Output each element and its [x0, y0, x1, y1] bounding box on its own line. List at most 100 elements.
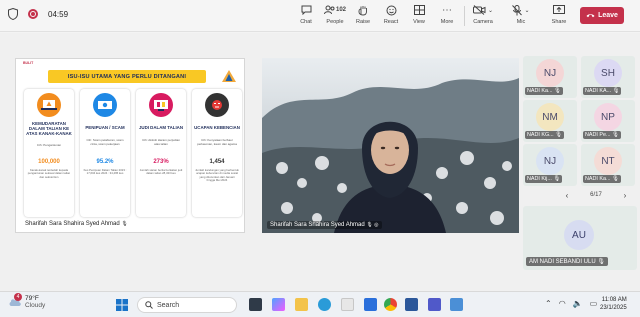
phone-hangup-icon: [586, 14, 595, 18]
speaker-video-frame: [262, 58, 519, 233]
gallery-pager: ‹ 6/17 ›: [560, 189, 632, 201]
meeting-toolbar: 04:59 Chat 102 People Raise React View ⋯…: [0, 0, 640, 32]
system-tray: ⌃ ◠ 🔈 ▭: [545, 299, 597, 308]
card-value: 95.2%: [96, 159, 114, 165]
copilot-icon[interactable]: [272, 298, 285, 311]
speaker-name: Sharifah Sara Shahira Syed Ahmad: [270, 222, 365, 228]
people-button[interactable]: 102 People: [320, 3, 350, 25]
camera-label: Camera: [473, 19, 493, 25]
card-example: Cth: Pengantunan: [36, 143, 62, 147]
share-label: Share: [551, 19, 567, 25]
mic-muted-icon: 🎙: [612, 88, 620, 94]
card-value: 100,000: [38, 159, 60, 165]
participant-tile[interactable]: NT NADI Ka... 🎙: [581, 144, 635, 186]
camera-button[interactable]: ⌄ Camera: [468, 3, 498, 25]
raise-label: Raise: [355, 19, 371, 25]
more-label: More: [440, 19, 454, 25]
raise-hand-button[interactable]: Raise: [348, 3, 378, 25]
wifi-icon[interactable]: ◠: [559, 299, 566, 308]
avatar: NJ: [536, 147, 564, 175]
leave-label: Leave: [598, 12, 618, 19]
word-icon[interactable]: [405, 298, 418, 311]
clock-date: 23/1/2025: [600, 305, 627, 311]
shield-icon: [8, 8, 18, 20]
chat-button[interactable]: Chat: [291, 3, 321, 25]
card-value: 273%: [153, 159, 169, 165]
mic-muted-icon: 🎙: [597, 259, 605, 265]
speaker-name-tag: Sharifah Sara Shahira Syed Ahmad 🎙 ◎: [267, 221, 382, 229]
chevron-right-icon[interactable]: ›: [618, 191, 632, 200]
speaker-video-tile[interactable]: Sharifah Sara Shahira Syed Ahmad 🎙 ◎: [262, 58, 519, 233]
store-icon[interactable]: [341, 298, 354, 311]
issue-card-scam: PENIPUAN / SCAM Cth: Scam pelaburan, sca…: [80, 89, 130, 217]
card-title: KEMUDARATAN DALAM TALIAN KE ATAS KANAK-K…: [26, 121, 72, 136]
teams-icon[interactable]: [428, 298, 441, 311]
avatar: NJ: [536, 59, 564, 87]
screen-share-tile[interactable]: BULIT ISU-ISU UTAMA YANG PERLU DITANGANI…: [15, 58, 245, 233]
meeting-timer: 04:59: [48, 9, 69, 19]
hand-icon: [348, 3, 378, 17]
chevron-up-icon[interactable]: ⌃: [545, 299, 552, 308]
react-button[interactable]: React: [376, 3, 406, 25]
mic-muted-icon: 🎙: [611, 132, 619, 138]
gallery-page: 6/17: [590, 192, 602, 198]
card-note: Kanak-kanak terdedah kepada pengantunan …: [27, 168, 71, 179]
avatar: NT: [594, 147, 622, 175]
view-label: View: [413, 19, 425, 25]
mic-button[interactable]: ⌄ Mic: [506, 3, 536, 25]
slide-tag: BULIT: [23, 61, 34, 65]
participant-name: NADI KG... 🎙: [525, 131, 565, 139]
mic-muted-icon: 🎙: [555, 132, 563, 138]
participant-tile[interactable]: NM NADI KG... 🎙: [523, 100, 577, 142]
windows-start-icon[interactable]: [116, 299, 128, 311]
weather-description: Cloudy: [25, 302, 46, 309]
issue-card-child-harm: KEMUDARATAN DALAM TALIAN KE ATAS KANAK-K…: [24, 89, 74, 217]
card-note: Jumlah siaran berita berkaitan judi dala…: [139, 168, 183, 176]
search-icon: [145, 301, 153, 309]
chrome-icon[interactable]: [384, 298, 397, 311]
featured-participant-tile[interactable]: AU AM NADI SEBANDI ULU 🎙: [523, 206, 637, 270]
windows-taskbar: 79°F Cloudy 4 Search ⌃ ◠ 🔈 ▭ 11:08 AM 23…: [0, 291, 640, 317]
task-view-icon[interactable]: [249, 298, 262, 311]
issue-card-hate-speech: UCAPAN KEBENCIAN Cth: Kenyataan berbaur …: [192, 89, 242, 217]
card-title: UCAPAN KEBENCIAN: [194, 125, 240, 130]
card-example: Cth: Aktiviti Haram perjudian atas talia…: [142, 138, 180, 146]
mic-label: Mic: [516, 19, 526, 25]
participant-name: NADI KA... 🎙: [583, 87, 622, 95]
taskbar-search[interactable]: Search: [137, 297, 237, 313]
snipping-tool-icon[interactable]: [450, 298, 463, 311]
share-icon: [544, 3, 574, 17]
avatar: NM: [536, 103, 564, 131]
gambling-screen-icon: [149, 93, 173, 117]
notification-badge: 4: [14, 293, 22, 301]
angry-speech-icon: [205, 93, 229, 117]
participant-name: NADI Ka... 🎙: [583, 175, 621, 183]
battery-icon[interactable]: ▭: [590, 299, 598, 308]
card-title: PENIPUAN / SCAM: [85, 125, 125, 130]
clock-time: 11:08 AM: [601, 297, 627, 303]
share-button[interactable]: Share: [544, 3, 574, 25]
speaker-icon[interactable]: 🔈: [573, 299, 583, 308]
mic-muted-icon: 🎙: [553, 176, 561, 182]
card-example: Cth: Scam pelaburan, scam cinta, scam pe…: [86, 138, 124, 146]
issue-card-gambling: JUDI DALAM TALIAN Cth: Aktiviti Haram pe…: [136, 89, 186, 217]
file-explorer-icon[interactable]: [295, 298, 308, 311]
view-button[interactable]: View: [404, 3, 434, 25]
smiley-icon: [376, 3, 406, 17]
participant-name: AM NADI SEBANDI ULU 🎙: [526, 257, 608, 266]
avatar: AU: [564, 220, 594, 250]
slide-header: [16, 59, 244, 67]
more-button[interactable]: ⋯ More: [432, 3, 462, 26]
leave-button[interactable]: Leave: [580, 7, 624, 24]
participant-tile[interactable]: NJ NADI Ka... 🎙: [523, 56, 577, 98]
ministry-logo-icon: [222, 70, 236, 82]
mic-off-icon: ⌄: [506, 3, 536, 17]
participant-tile[interactable]: NJ NADI Kij... 🎙: [523, 144, 577, 186]
taskbar-clock[interactable]: 11:08 AM 23/1/2025: [600, 296, 627, 312]
outlook-icon[interactable]: [364, 298, 377, 311]
participant-tile[interactable]: SH NADI KA... 🎙: [581, 56, 635, 98]
card-note: Kes Penipuan Dalam Talian 2023 : 17,604 …: [83, 168, 127, 176]
edge-icon[interactable]: [318, 298, 331, 311]
chevron-left-icon[interactable]: ‹: [560, 191, 574, 200]
participant-tile[interactable]: NP NADI Pe... 🎙: [581, 100, 635, 142]
